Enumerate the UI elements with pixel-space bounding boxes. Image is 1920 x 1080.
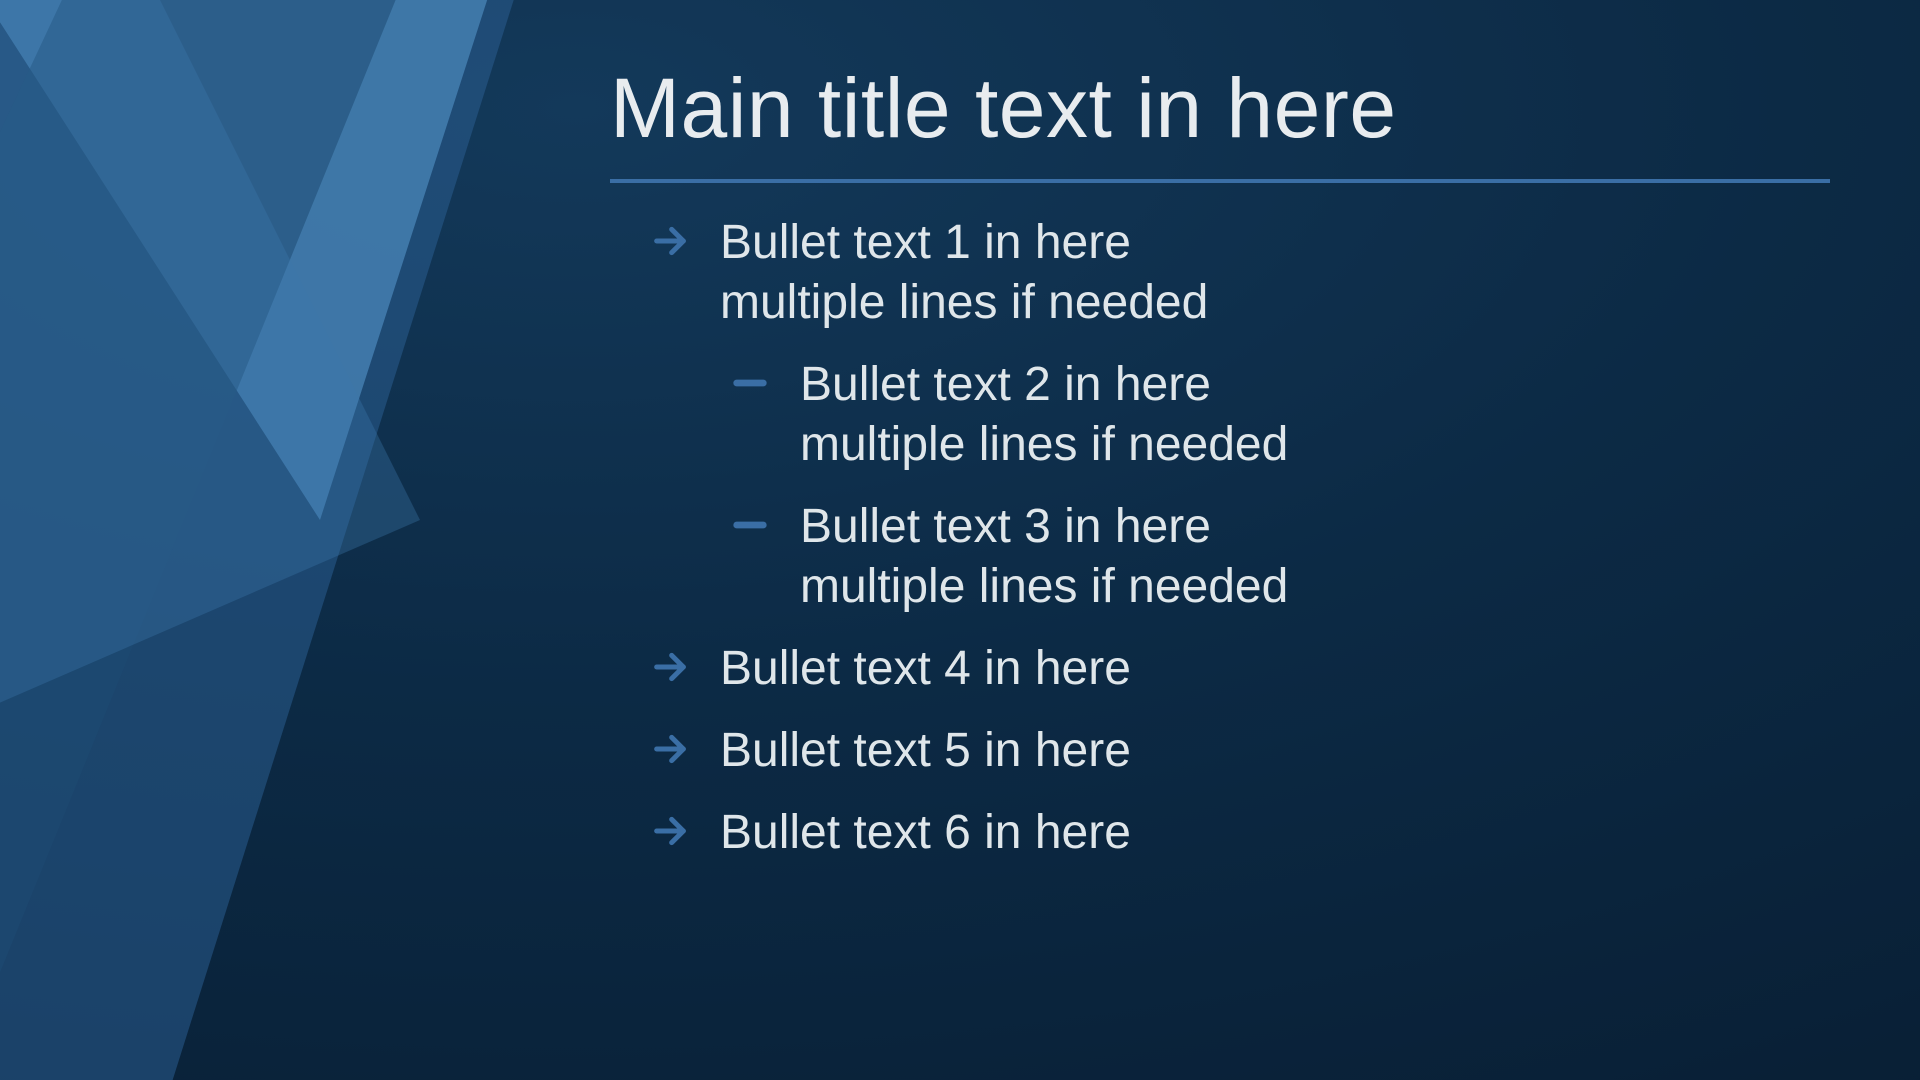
title-underline: [610, 179, 1830, 183]
bullet-text: Bullet text 5 in here: [720, 721, 1131, 781]
content-area: Main title text in here Bullet text 1 in…: [610, 60, 1830, 885]
bullet-text: Bullet text 3 in here multiple lines if …: [800, 497, 1288, 617]
bullet-text: Bullet text 1 in here multiple lines if …: [720, 213, 1208, 333]
arrow-right-icon: [650, 639, 720, 687]
dash-icon: [730, 355, 800, 403]
bullet-text: Bullet text 6 in here: [720, 803, 1131, 863]
bullet-item: Bullet text 1 in here multiple lines if …: [650, 213, 1830, 333]
bullet-text: Bullet text 2 in here multiple lines if …: [800, 355, 1288, 475]
dash-icon: [730, 497, 800, 545]
bullet-text: Bullet text 4 in here: [720, 639, 1131, 699]
bullet-item: Bullet text 6 in here: [650, 803, 1830, 863]
bullet-list: Bullet text 1 in here multiple lines if …: [610, 213, 1830, 863]
bullet-item: Bullet text 4 in here: [650, 639, 1830, 699]
arrow-right-icon: [650, 721, 720, 769]
arrow-right-icon: [650, 803, 720, 851]
bullet-item: Bullet text 3 in here multiple lines if …: [650, 497, 1830, 617]
slide-title: Main title text in here: [610, 60, 1830, 157]
bullet-item: Bullet text 2 in here multiple lines if …: [650, 355, 1830, 475]
slide: Main title text in here Bullet text 1 in…: [0, 0, 1920, 1080]
bullet-item: Bullet text 5 in here: [650, 721, 1830, 781]
arrow-right-icon: [650, 213, 720, 261]
